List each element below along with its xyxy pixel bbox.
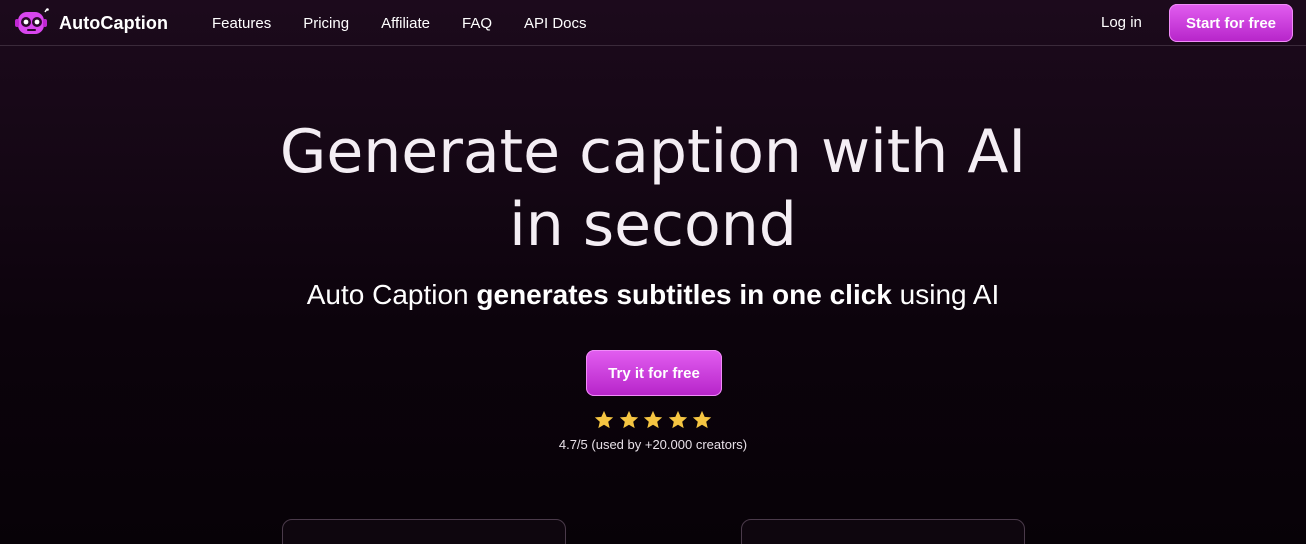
star-icon: [594, 410, 614, 429]
start-for-free-button[interactable]: Start for free: [1169, 4, 1293, 42]
hero-title-line-2: in second: [509, 190, 797, 260]
robot-head-icon: [14, 8, 50, 38]
try-it-for-free-button[interactable]: Try it for free: [586, 350, 722, 396]
top-navbar: AutoCaption Features Pricing Affiliate F…: [0, 0, 1306, 46]
hero-subtitle: Auto Caption generates subtitles in one …: [0, 279, 1306, 311]
nav-link-faq[interactable]: FAQ: [462, 15, 492, 32]
hero-subtitle-post: using AI: [891, 279, 1000, 310]
nav-link-pricing[interactable]: Pricing: [303, 15, 349, 32]
main-nav: Features Pricing Affiliate FAQ API Docs: [196, 0, 603, 46]
star-icon: [668, 410, 687, 429]
hero-subtitle-pre: Auto Caption: [306, 279, 477, 310]
nav-link-api-docs[interactable]: API Docs: [524, 15, 587, 32]
rating-text: 4.7/5 (used by +20.000 creators): [558, 437, 748, 452]
preview-card-left: [282, 519, 566, 544]
hero-title: Generate caption with AI in second: [0, 116, 1306, 262]
hero-subtitle-bold: generates subtitles in one click: [476, 279, 892, 310]
rating-stars: [593, 409, 713, 431]
hero-title-line-1: Generate caption with AI: [279, 117, 1027, 187]
star-icon: [643, 410, 663, 429]
login-link[interactable]: Log in: [1101, 14, 1142, 31]
brand-name: AutoCaption: [59, 12, 169, 33]
preview-card-right: [741, 519, 1025, 544]
star-icon: [692, 410, 712, 429]
star-icon: [619, 410, 638, 429]
brand[interactable]: AutoCaption: [14, 8, 168, 38]
nav-link-affiliate[interactable]: Affiliate: [381, 15, 430, 32]
nav-link-features[interactable]: Features: [212, 15, 271, 32]
